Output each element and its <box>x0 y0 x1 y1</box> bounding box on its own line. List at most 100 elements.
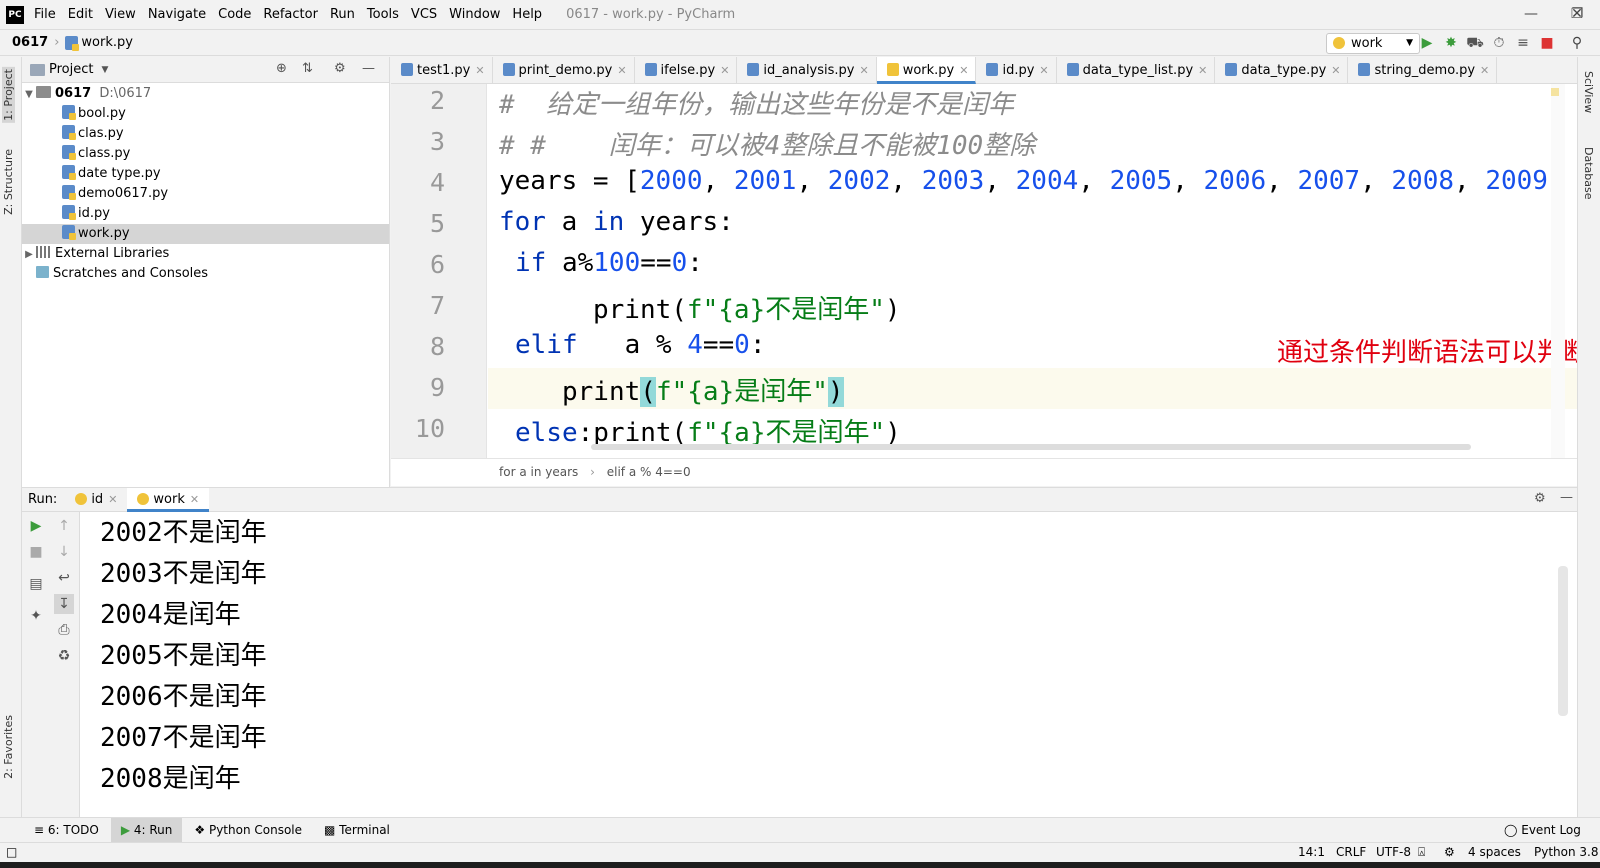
menu-help[interactable]: Help <box>506 0 548 29</box>
close-icon[interactable]: ✕ <box>108 493 117 506</box>
profile-icon[interactable]: ⏱ <box>1490 34 1508 52</box>
scroll-to-end-icon[interactable]: ↧ <box>54 594 74 614</box>
hide-panel-icon[interactable]: — <box>1560 490 1573 505</box>
tab-data-type-list[interactable]: data_type_list.py ✕ <box>1057 57 1216 84</box>
line-separator[interactable]: CRLF <box>1336 843 1366 862</box>
event-log-button[interactable]: ◯ Event Log <box>1494 818 1591 842</box>
debug-icon[interactable]: ✸ <box>1442 34 1460 52</box>
menu-code[interactable]: Code <box>212 0 257 29</box>
trash-icon[interactable]: ♻ <box>54 646 74 666</box>
run-console[interactable]: 2002不是闰年 2003不是闰年 2004是闰年 2005不是闰年 2006不… <box>80 512 1577 817</box>
expand-arrow-icon[interactable]: ▼ <box>22 85 36 105</box>
file-encoding[interactable]: UTF-8 <box>1376 843 1411 862</box>
menu-window[interactable]: Window <box>443 0 506 29</box>
menu-edit[interactable]: Edit <box>62 0 99 29</box>
gear-icon[interactable]: ⚙ <box>1534 491 1546 506</box>
gear-icon[interactable]: ⚙ <box>334 61 346 76</box>
minimize-icon[interactable]: — <box>1508 0 1554 29</box>
tab-test1[interactable]: test1.py ✕ <box>391 57 493 84</box>
horizontal-scrollbar[interactable] <box>591 444 1471 450</box>
inspector-icon[interactable]: ⚙ <box>1444 843 1455 862</box>
close-icon[interactable]: ✕ <box>1039 64 1048 77</box>
code-breadcrumb-item[interactable]: for a in years <box>499 465 578 479</box>
caret-position[interactable]: 14:1 <box>1298 843 1325 862</box>
arrow-up-icon[interactable]: ↑ <box>54 516 74 536</box>
run-tab-work[interactable]: work ✕ <box>127 487 210 512</box>
run-icon[interactable]: ▶ <box>1418 34 1436 52</box>
menu-tools[interactable]: Tools <box>361 0 405 29</box>
tree-file[interactable]: bool.py <box>22 104 389 124</box>
lock-icon[interactable]: ⍓ <box>1418 843 1425 862</box>
inspection-indicator-icon[interactable] <box>1551 88 1559 96</box>
close-icon[interactable]: ✕ <box>1480 64 1489 77</box>
todo-tool-button[interactable]: ≡ 6: TODO <box>24 818 109 842</box>
breadcrumb-file[interactable]: work.py <box>81 35 133 50</box>
close-icon[interactable]: ✕ <box>959 64 968 77</box>
tab-print-demo[interactable]: print_demo.py ✕ <box>493 57 635 84</box>
coverage-icon[interactable]: ⛟ <box>1466 34 1484 52</box>
indent-setting[interactable]: 4 spaces <box>1468 843 1521 862</box>
collapse-all-icon[interactable]: ⇅ <box>302 61 313 76</box>
tree-file[interactable]: demo0617.py <box>22 184 389 204</box>
search-icon[interactable]: ⚲ <box>1568 34 1586 52</box>
code-editor[interactable]: 2 3 4 5 6 7 8 9 10 # 给定一组年份，输出这些年份是不是闰年 … <box>391 84 1577 458</box>
soft-wrap-icon[interactable]: ↩ <box>54 568 74 588</box>
database-tool-tab[interactable]: Database <box>1582 147 1595 200</box>
tab-string-demo[interactable]: string_demo.py ✕ <box>1348 57 1498 84</box>
sciview-tool-tab[interactable]: SciView <box>1582 71 1595 113</box>
panel-toggle-icon[interactable]: □ <box>6 843 17 862</box>
tree-file[interactable]: id.py <box>22 204 389 224</box>
close-icon[interactable]: ✕ <box>617 64 626 77</box>
project-tool-tab[interactable]: 1: Project <box>2 67 15 123</box>
tab-id-analysis[interactable]: id_analysis.py ✕ <box>737 57 877 84</box>
close-icon[interactable]: ✕ <box>475 64 484 77</box>
close-icon[interactable]: ✕ <box>190 493 199 506</box>
layout-icon[interactable]: ▤ <box>26 574 46 594</box>
rerun-icon[interactable]: ▶ <box>26 516 46 536</box>
tree-file-selected[interactable]: work.py <box>22 224 389 244</box>
tree-file[interactable]: date type.py <box>22 164 389 184</box>
menu-file[interactable]: File <box>28 0 62 29</box>
python-console-tool-button[interactable]: ❖ Python Console <box>184 818 312 842</box>
close-icon[interactable]: ✕ <box>1198 64 1207 77</box>
python-interpreter[interactable]: Python 3.8 <box>1534 843 1599 862</box>
close-icon[interactable]: ✕ <box>1331 64 1340 77</box>
terminal-tool-button[interactable]: ▩ Terminal <box>314 818 400 842</box>
print-icon[interactable]: ⎙ <box>54 620 74 640</box>
tree-file[interactable]: class.py <box>22 144 389 164</box>
tree-scratches[interactable]: Scratches and Consoles <box>22 264 389 284</box>
favorites-tool-tab[interactable]: 2: Favorites <box>2 715 15 779</box>
project-panel-title[interactable]: Project <box>49 62 93 77</box>
tab-id[interactable]: id.py ✕ <box>976 57 1057 84</box>
breadcrumb-project[interactable]: 0617 <box>12 35 48 50</box>
run-tool-button[interactable]: ▶ 4: Run <box>110 818 183 842</box>
tab-data-type[interactable]: data_type.py ✕ <box>1215 57 1349 84</box>
run-config-selector[interactable]: work ▼ <box>1326 33 1420 54</box>
run-tab-id[interactable]: id ✕ <box>65 488 127 512</box>
console-scrollbar[interactable] <box>1558 566 1568 716</box>
locate-icon[interactable]: ⊕ <box>276 61 287 76</box>
tab-ifelse[interactable]: ifelse.py ✕ <box>635 57 738 84</box>
menu-view[interactable]: View <box>99 0 142 29</box>
hide-panel-icon[interactable]: — <box>362 61 375 76</box>
pin-icon[interactable]: ✦ <box>26 606 46 626</box>
arrow-down-icon[interactable]: ↓ <box>54 542 74 562</box>
close-window-icon[interactable]: ✕ <box>1554 0 1600 29</box>
menu-run[interactable]: Run <box>324 0 361 29</box>
tree-external-libraries[interactable]: ▶ External Libraries <box>22 244 389 264</box>
tree-root-folder[interactable]: ▼ 0617 D:\0617 <box>22 84 389 104</box>
code-breadcrumb-item[interactable]: elif a % 4==0 <box>607 465 691 479</box>
tree-file[interactable]: clas.py <box>22 124 389 144</box>
build-icon[interactable]: ≡ <box>1514 34 1532 52</box>
stop-icon[interactable]: ■ <box>26 542 46 562</box>
menu-vcs[interactable]: VCS <box>405 0 443 29</box>
chevron-down-icon[interactable]: ▼ <box>101 65 108 75</box>
stop-icon[interactable]: ■ <box>1538 34 1556 52</box>
close-icon[interactable]: ✕ <box>720 64 729 77</box>
tab-work[interactable]: work.py ✕ <box>876 57 977 84</box>
expand-arrow-icon[interactable]: ▶ <box>22 245 36 265</box>
editor-scrollbar[interactable] <box>1551 84 1565 458</box>
menu-navigate[interactable]: Navigate <box>142 0 212 29</box>
close-icon[interactable]: ✕ <box>859 64 868 77</box>
menu-refactor[interactable]: Refactor <box>257 0 324 29</box>
